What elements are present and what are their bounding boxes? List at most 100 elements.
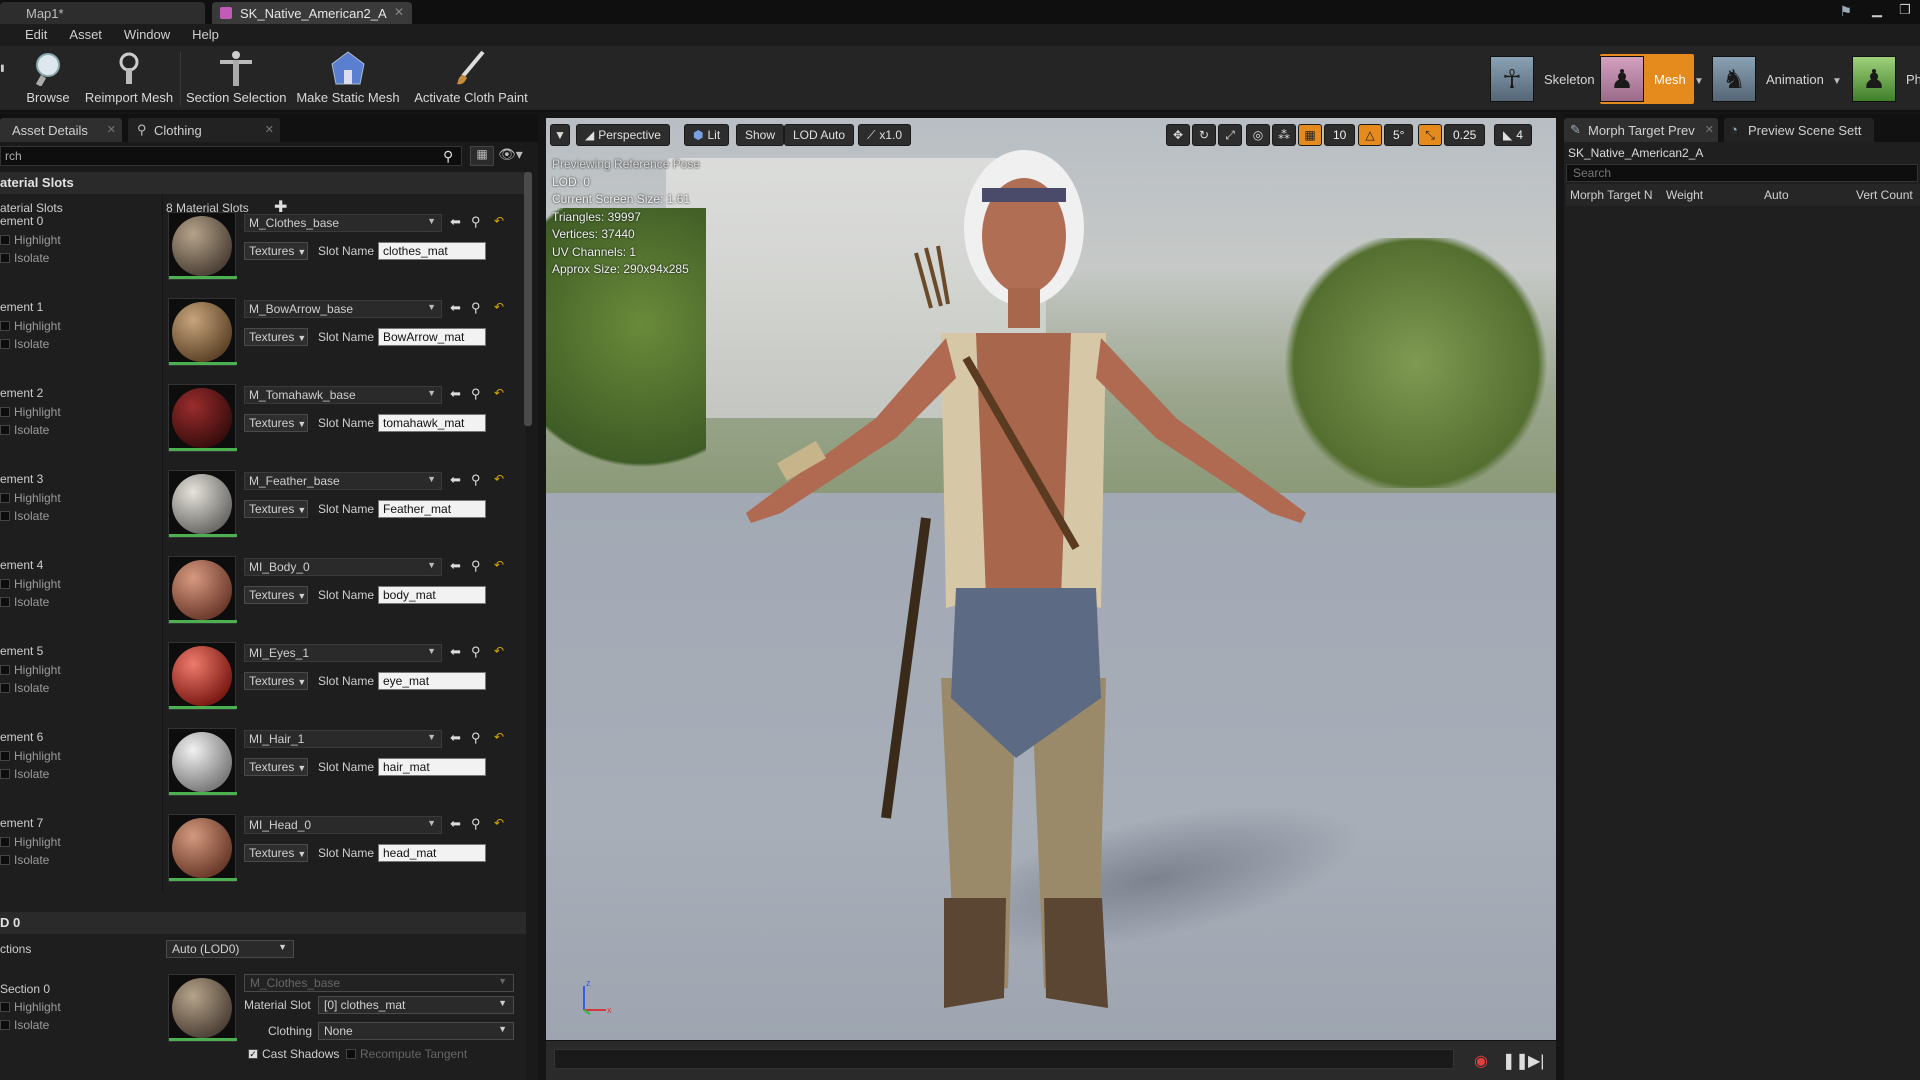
- scale-snap-icon[interactable]: ⤡: [1418, 124, 1442, 146]
- record-icon[interactable]: ◉: [1474, 1051, 1488, 1071]
- isolate-checkbox[interactable]: Isolate: [0, 681, 49, 695]
- details-scrollbar[interactable]: [524, 172, 532, 426]
- col-vert-count[interactable]: Vert Count: [1856, 188, 1913, 202]
- material-thumbnail[interactable]: [168, 470, 237, 538]
- col-weight[interactable]: Weight: [1666, 188, 1703, 202]
- material-select[interactable]: MI_Body_0 ▼: [244, 558, 442, 576]
- reset-icon[interactable]: ↶: [494, 300, 504, 314]
- use-selected-icon[interactable]: ⬅: [450, 730, 461, 746]
- tab-asset-editor[interactable]: SK_Native_American2_A ✕: [212, 2, 412, 24]
- notification-icon[interactable]: ⚑: [1839, 3, 1852, 20]
- show-button[interactable]: Show: [736, 124, 785, 146]
- close-icon[interactable]: ✕: [394, 5, 404, 19]
- use-selected-icon[interactable]: ⬅: [450, 558, 461, 574]
- browse-icon[interactable]: ⚲: [471, 730, 481, 746]
- reset-icon[interactable]: ↶: [494, 644, 504, 658]
- reimport-mesh-button[interactable]: Reimport Mesh: [84, 50, 174, 108]
- view-options-icon[interactable]: ▦: [470, 146, 494, 166]
- reset-icon[interactable]: ↶: [494, 214, 504, 228]
- search-icon[interactable]: ⚲: [443, 148, 453, 165]
- physics-mode-button[interactable]: ♟ Ph: [1852, 54, 1920, 104]
- isolate-checkbox[interactable]: Isolate: [0, 337, 49, 351]
- details-search-input[interactable]: rch: [0, 146, 462, 166]
- lit-button[interactable]: ⬢ Lit: [684, 124, 730, 146]
- browse-icon[interactable]: ⚲: [471, 386, 481, 402]
- browse-icon[interactable]: ⚲: [471, 644, 481, 660]
- recompute-tangent-checkbox[interactable]: Recompute Tangent: [346, 1047, 467, 1061]
- tab-morph-target-preview[interactable]: ✎ Morph Target Prev ✕: [1564, 118, 1718, 142]
- grid-snap-value[interactable]: 10: [1324, 124, 1356, 146]
- isolate-checkbox[interactable]: Isolate: [0, 595, 49, 609]
- material-thumbnail[interactable]: [168, 212, 237, 280]
- slot-name-input[interactable]: body_mat: [378, 586, 486, 604]
- lod-auto-button[interactable]: LOD Auto: [784, 124, 855, 146]
- rotate-icon[interactable]: ↻: [1192, 124, 1216, 146]
- highlight-checkbox[interactable]: Highlight: [0, 233, 61, 247]
- browse-icon[interactable]: ⚲: [471, 472, 481, 488]
- lod-header[interactable]: D 0: [0, 912, 526, 934]
- rotation-snap-icon[interactable]: △: [1358, 124, 1382, 146]
- section-selection-button[interactable]: Section Selection: [186, 50, 286, 108]
- mesh-mode-button[interactable]: ♟ Mesh: [1600, 54, 1694, 104]
- isolate-checkbox[interactable]: Isolate: [0, 509, 49, 523]
- material-thumbnail[interactable]: [168, 814, 237, 882]
- browse-icon[interactable]: ⚲: [471, 300, 481, 316]
- reset-icon[interactable]: ↶: [494, 386, 504, 400]
- material-thumbnail[interactable]: [168, 298, 237, 366]
- slot-name-input[interactable]: eye_mat: [378, 672, 486, 690]
- material-slot-select[interactable]: [0] clothes_mat ▼: [318, 996, 514, 1014]
- playback-speed-button[interactable]: ⟋ x1.0: [858, 124, 912, 146]
- isolate-checkbox[interactable]: Isolate: [0, 853, 49, 867]
- material-slots-header[interactable]: aterial Slots: [0, 172, 526, 194]
- material-select[interactable]: M_Clothes_base ▼: [244, 214, 442, 232]
- highlight-checkbox[interactable]: Highlight: [0, 663, 61, 677]
- preview-viewport[interactable]: ▼ ◢ Perspective ⬢ Lit Show LOD Auto ⟋ x1.0 …: [546, 118, 1556, 1040]
- mesh-dropdown-icon[interactable]: ▼: [1694, 76, 1704, 87]
- close-icon[interactable]: ✕: [107, 123, 116, 136]
- tab-preview-scene-settings[interactable]: ◔ Preview Scene Sett: [1724, 118, 1874, 142]
- save-button[interactable]: [0, 50, 12, 108]
- step-forward-icon[interactable]: ▶|: [1528, 1051, 1544, 1071]
- section0-material-thumbnail[interactable]: [168, 974, 237, 1042]
- textures-button[interactable]: Textures ▼: [244, 414, 308, 432]
- highlight-checkbox[interactable]: Highlight: [0, 491, 61, 505]
- highlight-checkbox[interactable]: Highlight: [0, 835, 61, 849]
- section0-isolate-checkbox[interactable]: Isolate: [0, 1018, 49, 1032]
- section0-highlight-checkbox[interactable]: Highlight: [0, 1000, 61, 1014]
- use-selected-icon[interactable]: ⬅: [450, 300, 461, 316]
- textures-button[interactable]: Textures ▼: [244, 242, 308, 260]
- morph-search-input[interactable]: Search: [1566, 164, 1918, 182]
- textures-button[interactable]: Textures ▼: [244, 672, 308, 690]
- col-auto[interactable]: Auto: [1764, 188, 1789, 202]
- menu-window[interactable]: Window: [113, 24, 181, 46]
- slot-name-input[interactable]: clothes_mat: [378, 242, 486, 260]
- use-selected-icon[interactable]: ⬅: [450, 472, 461, 488]
- viewport-options-button[interactable]: ▼: [550, 124, 570, 146]
- grid-snap-icon[interactable]: ▦: [1298, 124, 1322, 146]
- textures-button[interactable]: Textures ▼: [244, 758, 308, 776]
- slot-name-input[interactable]: BowArrow_mat: [378, 328, 486, 346]
- material-select[interactable]: MI_Eyes_1 ▼: [244, 644, 442, 662]
- menu-help[interactable]: Help: [181, 24, 230, 46]
- tab-clothing[interactable]: ⚲ Clothing ✕: [128, 118, 280, 142]
- material-thumbnail[interactable]: [168, 728, 237, 796]
- close-icon[interactable]: ✕: [265, 123, 274, 136]
- pause-icon[interactable]: ❚❚: [1502, 1051, 1529, 1071]
- highlight-checkbox[interactable]: Highlight: [0, 577, 61, 591]
- reset-icon[interactable]: ↶: [494, 730, 504, 744]
- material-thumbnail[interactable]: [168, 384, 237, 452]
- material-select[interactable]: M_BowArrow_base ▼: [244, 300, 442, 318]
- col-morph-target-name[interactable]: Morph Target N: [1570, 188, 1652, 202]
- material-select[interactable]: M_Feather_base ▼: [244, 472, 442, 490]
- material-select[interactable]: M_Tomahawk_base ▼: [244, 386, 442, 404]
- highlight-checkbox[interactable]: Highlight: [0, 405, 61, 419]
- material-thumbnail[interactable]: [168, 642, 237, 710]
- skeleton-mode-button[interactable]: ☥ Skeleton: [1490, 54, 1595, 104]
- menu-edit[interactable]: Edit: [14, 24, 58, 46]
- world-space-icon[interactable]: ◎: [1246, 124, 1270, 146]
- translate-icon[interactable]: ✥: [1166, 124, 1190, 146]
- textures-button[interactable]: Textures ▼: [244, 844, 308, 862]
- cast-shadows-checkbox[interactable]: ✓ Cast Shadows: [248, 1047, 339, 1061]
- camera-speed-button[interactable]: ◣ 4: [1494, 124, 1532, 146]
- restore-icon[interactable]: ❐: [1896, 2, 1914, 18]
